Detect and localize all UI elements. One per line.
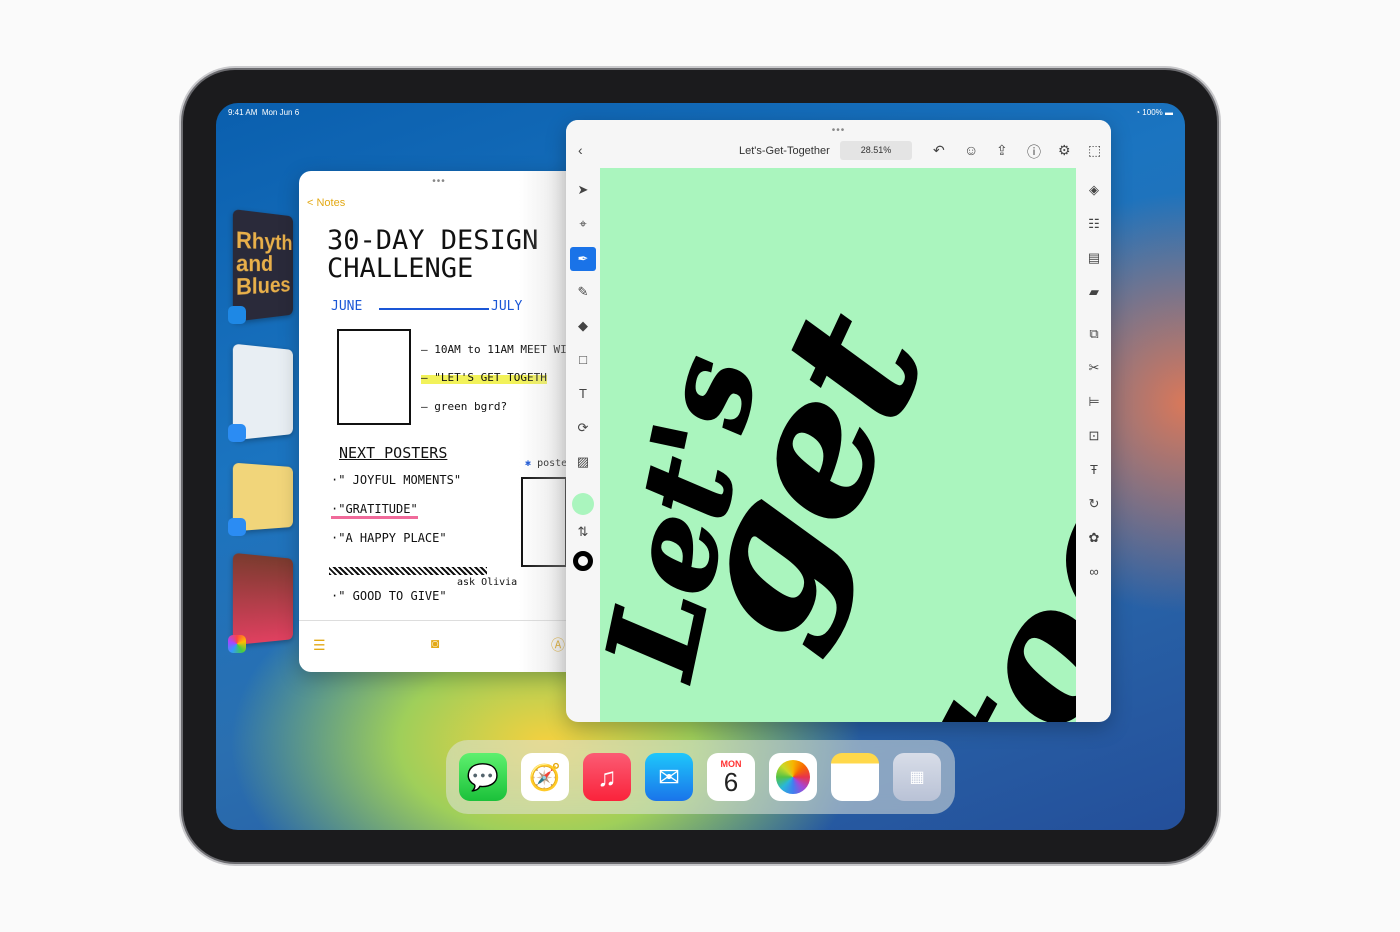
undo-icon[interactable]: ↶ <box>933 142 945 159</box>
calendar-date: 6 <box>723 767 739 797</box>
eraser-icon[interactable]: ◆ <box>574 317 592 335</box>
safari-icon <box>228 518 246 536</box>
mail-icon <box>228 424 246 442</box>
note-line: ·" JOYFUL MOMENTS" <box>331 473 462 487</box>
share-icon[interactable]: ⇪ <box>996 142 1008 159</box>
stage-thumb-photos[interactable] <box>232 552 293 646</box>
sketch-frame <box>337 329 411 425</box>
right-toolbar: ◈ ☷ ▤ ▰ ⧉ ✂ ⊨ ⊡ Ŧ ↻ ✿ ∞ <box>1077 168 1111 722</box>
select-icon[interactable]: ➤ <box>574 181 592 199</box>
help-icon[interactable]: ⓘ <box>1027 142 1041 162</box>
notes-back-label: Notes <box>316 197 346 209</box>
notes-back-button[interactable]: < Notes <box>307 197 345 209</box>
artboard-icon[interactable]: ⬚ <box>1088 142 1101 159</box>
messages-icon[interactable]: 💬 <box>459 753 507 801</box>
thumb-keynote-text: Rhythm and Blues <box>235 226 293 301</box>
layers-icon[interactable]: ◈ <box>1085 181 1103 199</box>
link-icon[interactable]: ∞ <box>1085 563 1103 581</box>
mail-icon[interactable]: ✉ <box>645 753 693 801</box>
note-line: ask Olivia <box>457 577 518 588</box>
checklist-icon[interactable]: ☰ <box>313 637 326 654</box>
note-july: JULY <box>491 299 523 314</box>
status-time: 9:41 AM <box>228 108 258 117</box>
comment-icon[interactable]: ▰ <box>1085 283 1103 301</box>
back-chevron-icon[interactable]: ‹ <box>578 142 583 158</box>
timeline-line <box>379 308 489 310</box>
note-title: 30-DAY DESIGN CHALLENGE <box>327 227 538 283</box>
notes-window[interactable]: ••• < Notes 30-DAY DESIGN CHALLENGE JUNE … <box>299 171 579 672</box>
safari-icon[interactable]: 🧭 <box>521 753 569 801</box>
note-line: ·"A HAPPY PLACE" <box>331 531 447 545</box>
swap-icon[interactable]: ⇅ <box>574 523 592 541</box>
type-icon[interactable]: T <box>574 385 592 403</box>
design-app-window[interactable]: ••• ‹ Let's-Get-Together 28.51% ↶ ☺ ⇪ ⓘ … <box>566 120 1111 722</box>
text-properties-icon[interactable]: Ŧ <box>1085 461 1103 479</box>
note-line: – green bgrd? <box>421 400 508 413</box>
invite-icon[interactable]: ☺ <box>964 142 978 158</box>
libraries-icon[interactable]: ▤ <box>1085 249 1103 267</box>
note-june: JUNE <box>331 299 363 314</box>
camera-icon[interactable]: ◙ <box>431 635 439 651</box>
window-menu-dots[interactable]: ••• <box>432 176 446 187</box>
repeat-icon[interactable]: ✿ <box>1085 529 1103 547</box>
pen-tool-icon[interactable]: ✒ <box>570 247 596 271</box>
arrange-icon[interactable]: ⧉ <box>1085 325 1103 343</box>
capture-icon[interactable]: ⊡ <box>1085 427 1103 445</box>
fill-color-swatch[interactable] <box>572 493 594 515</box>
calendar-icon[interactable]: MON 6 <box>707 753 755 801</box>
window-menu-dots[interactable]: ••• <box>832 125 846 136</box>
note-line: ·" GOOD TO GIVE" <box>331 589 447 603</box>
path-icon[interactable]: ↻ <box>1085 495 1103 513</box>
battery-status: ◔ 100% ▬ <box>1135 108 1173 117</box>
note-line: ·"GRATITUDE" <box>331 502 418 519</box>
properties-icon[interactable]: ☷ <box>1085 215 1103 233</box>
scribble <box>329 567 487 575</box>
battery-percent: 100% <box>1142 108 1163 117</box>
note-line: CHALLENGE <box>327 253 474 284</box>
note-line: NEXT POSTERS <box>339 444 448 462</box>
stroke-color-swatch[interactable] <box>573 551 593 571</box>
ipad-screen: 9:41 AM Mon Jun 6 ◔ 100% ▬ Rhythm and Bl… <box>216 103 1185 830</box>
status-date: Mon Jun 6 <box>261 108 300 117</box>
notes-icon[interactable] <box>831 753 879 801</box>
keynote-icon <box>228 306 246 324</box>
stage-thumb-keynote[interactable]: Rhythm and Blues <box>232 209 293 322</box>
note-line: 30-DAY DESIGN <box>327 225 539 256</box>
left-toolbar: ➤ ⌖ ✒ ✎ ◆ □ T ⟳ ▨ ⇅ <box>566 168 600 722</box>
document-title: Let's-Get-Together <box>739 145 830 157</box>
app-library-icon[interactable]: ▦ <box>893 753 941 801</box>
scissors-icon[interactable]: ✂ <box>1085 359 1103 377</box>
photos-icon[interactable] <box>769 753 817 801</box>
direct-select-icon[interactable]: ⌖ <box>574 215 592 233</box>
app-toolbar: ••• ‹ Let's-Get-Together 28.51% ↶ ☺ ⇪ ⓘ … <box>566 120 1111 168</box>
music-icon[interactable]: ♫ <box>583 753 631 801</box>
transform-icon[interactable]: ⟳ <box>574 419 592 437</box>
status-bar: 9:41 AM Mon Jun 6 ◔ 100% ▬ <box>228 108 1173 117</box>
artboard-canvas[interactable]: Let's get together <box>600 168 1076 722</box>
align-icon[interactable]: ⊨ <box>1085 393 1103 411</box>
gear-icon[interactable]: ⚙ <box>1058 142 1071 159</box>
photos-icon <box>228 635 246 653</box>
image-icon[interactable]: ▨ <box>574 453 592 471</box>
zoom-level[interactable]: 28.51% <box>840 141 912 160</box>
dock: 💬 🧭 ♫ ✉ MON 6 ▦ <box>446 740 955 814</box>
rectangle-icon[interactable]: □ <box>574 351 592 369</box>
pencil-icon[interactable]: ✎ <box>574 283 592 301</box>
